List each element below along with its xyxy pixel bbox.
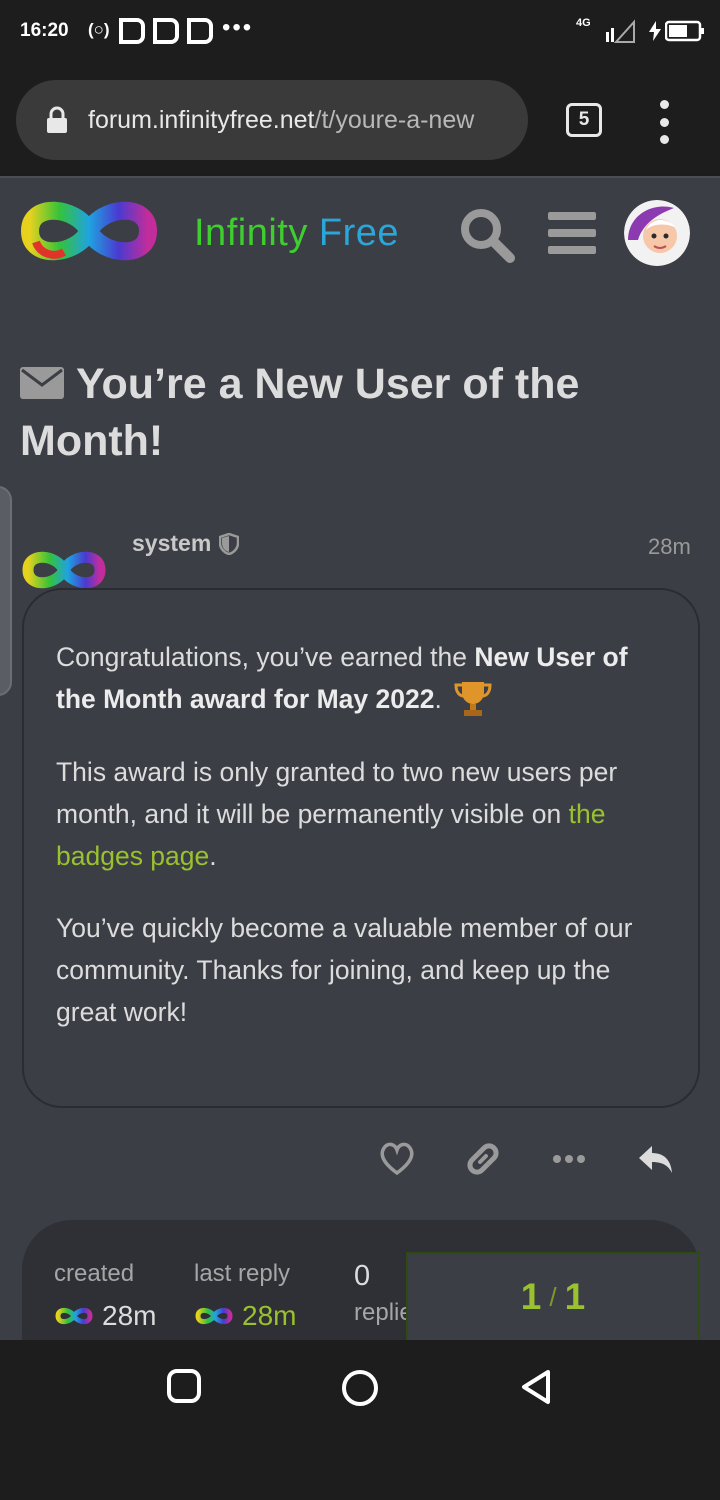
progress-sep: / bbox=[549, 1281, 557, 1312]
heart-icon[interactable] bbox=[378, 1140, 416, 1178]
user-avatar[interactable] bbox=[624, 200, 690, 266]
system-avatar-small bbox=[55, 1307, 93, 1325]
post-time[interactable]: 28m bbox=[648, 534, 691, 560]
last-reply-label: last reply bbox=[194, 1260, 291, 1287]
progress-current: 1 bbox=[520, 1276, 542, 1317]
radio-icon: (○) bbox=[88, 20, 110, 39]
site-name[interactable]: Infinity Free bbox=[194, 212, 399, 255]
system-avatar-small bbox=[195, 1307, 233, 1325]
notification-app-icons bbox=[116, 16, 214, 46]
trophy-icon bbox=[454, 682, 492, 716]
post-paragraph: This award is only granted to two new us… bbox=[56, 757, 618, 871]
browser-toolbar: forum.infinityfree.net/t/youre-a-new 5 bbox=[0, 66, 720, 176]
network-type: 4G bbox=[576, 17, 591, 29]
last-reply-value-row[interactable]: 28m bbox=[194, 1300, 296, 1332]
timeline-drawer-handle[interactable] bbox=[0, 486, 12, 696]
system-nav-bar bbox=[0, 1340, 720, 1500]
last-reply-stat: last reply 28m bbox=[194, 1260, 296, 1332]
infinity-logo-icon[interactable] bbox=[18, 192, 160, 270]
search-icon[interactable] bbox=[458, 206, 516, 264]
last-reply-value: 28m bbox=[242, 1300, 297, 1331]
author-name[interactable]: system bbox=[132, 530, 211, 557]
topic-progress[interactable]: 1 / 1 bbox=[406, 1252, 700, 1340]
post-author[interactable]: system bbox=[132, 530, 240, 557]
reply-icon[interactable] bbox=[636, 1140, 676, 1178]
battery-charging-icon bbox=[648, 20, 705, 42]
status-time: 16:20 bbox=[20, 20, 69, 41]
more-dots-icon: ••• bbox=[222, 14, 254, 41]
post-actions bbox=[378, 1140, 678, 1184]
site-header: Infinity Free bbox=[0, 176, 720, 288]
address-bar[interactable]: forum.infinityfree.net/t/youre-a-new bbox=[16, 80, 528, 160]
post-paragraph: You’ve quickly become a valuable member … bbox=[56, 913, 633, 1027]
envelope-icon bbox=[20, 366, 64, 399]
progress-total: 1 bbox=[564, 1276, 586, 1317]
url-path: /t/youre-a-new bbox=[314, 105, 475, 134]
hamburger-icon[interactable] bbox=[548, 212, 596, 254]
created-label: created bbox=[54, 1260, 135, 1287]
tab-switcher-button[interactable]: 5 bbox=[566, 103, 602, 137]
home-icon[interactable] bbox=[340, 1368, 380, 1408]
more-vert-icon[interactable] bbox=[650, 100, 678, 144]
topic-title-text: You’re a New User of the Month! bbox=[20, 360, 580, 465]
app-icon bbox=[153, 18, 179, 44]
topic-page: You’re a New User of the Month! system 2… bbox=[0, 288, 720, 1340]
topic-title: You’re a New User of the Month! bbox=[20, 356, 700, 470]
shield-icon bbox=[219, 532, 240, 555]
created-value-row[interactable]: 28m bbox=[54, 1300, 156, 1332]
url-text: forum.infinityfree.net/t/youre-a-new bbox=[88, 106, 514, 135]
lock-icon bbox=[47, 106, 67, 133]
status-bar: 16:20 (○) ••• 4G bbox=[0, 0, 720, 66]
post-body: Congratulations, you’ve earned the New U… bbox=[22, 588, 700, 1108]
signal-icon bbox=[606, 19, 635, 43]
recents-icon[interactable] bbox=[166, 1368, 202, 1404]
created-value: 28m bbox=[102, 1300, 157, 1331]
post-paragraph: Congratulations, you’ve earned the New U… bbox=[56, 636, 668, 721]
created-stat: created 28m bbox=[54, 1260, 156, 1332]
app-icon bbox=[187, 18, 213, 44]
more-horiz-icon[interactable] bbox=[550, 1140, 588, 1178]
link-icon[interactable] bbox=[464, 1140, 502, 1178]
url-host: forum.infinityfree.net bbox=[88, 105, 315, 134]
app-icon bbox=[119, 18, 145, 44]
back-icon[interactable] bbox=[518, 1368, 554, 1406]
